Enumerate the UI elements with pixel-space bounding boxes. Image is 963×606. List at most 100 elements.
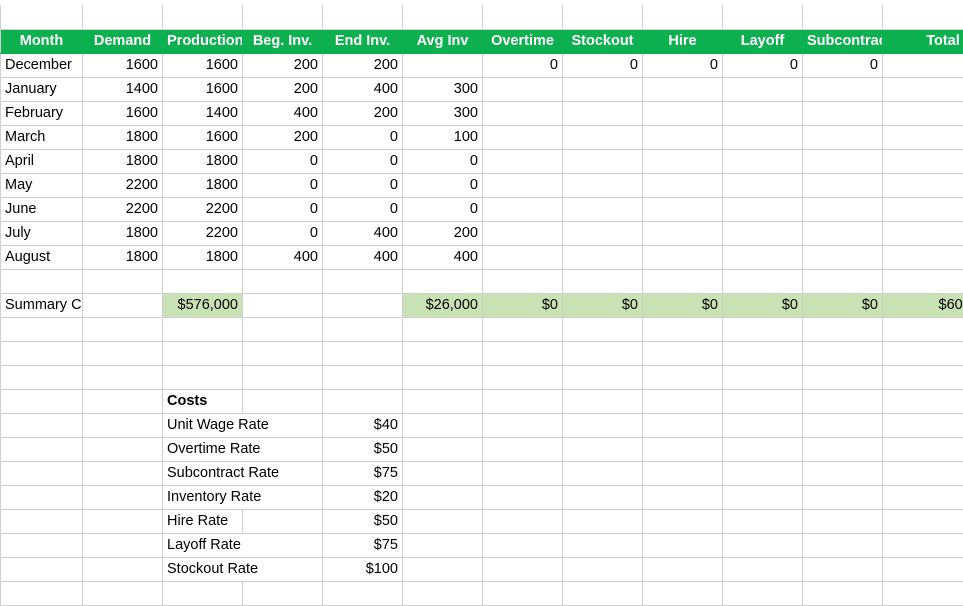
empty-cell[interactable] [803, 557, 883, 581]
cell-avg-inv[interactable]: 0 [403, 149, 483, 173]
empty-cell[interactable] [883, 413, 963, 437]
empty-cell[interactable] [723, 413, 803, 437]
empty-cell[interactable] [403, 269, 483, 293]
empty-cell[interactable] [563, 269, 643, 293]
column-header-avg-inv[interactable]: Avg Inv [403, 29, 483, 53]
empty-cell[interactable] [643, 389, 723, 413]
empty-cell[interactable] [403, 581, 483, 605]
empty-cell[interactable] [883, 437, 963, 461]
cell-end-inv[interactable]: 0 [323, 173, 403, 197]
empty-cell[interactable] [883, 461, 963, 485]
cell-subcontract[interactable] [803, 173, 883, 197]
empty-cell[interactable] [563, 533, 643, 557]
cell-end-inv[interactable]: 400 [323, 221, 403, 245]
empty-cell[interactable] [883, 365, 963, 389]
column-header-month[interactable]: Month [1, 29, 83, 53]
empty-cell[interactable] [723, 365, 803, 389]
cell-total[interactable] [883, 245, 963, 269]
cost-value[interactable]: $20 [323, 485, 403, 509]
empty-cell[interactable] [563, 389, 643, 413]
cell-stockout[interactable] [563, 173, 643, 197]
cell-hire[interactable]: 0 [643, 53, 723, 77]
empty-cell[interactable] [403, 485, 483, 509]
cell-layoff[interactable] [723, 101, 803, 125]
cell-avg-inv[interactable]: 0 [403, 197, 483, 221]
empty-cell[interactable] [723, 437, 803, 461]
empty-cell[interactable] [403, 413, 483, 437]
cell-subcontract[interactable]: 0 [803, 53, 883, 77]
cell-overtime[interactable] [483, 197, 563, 221]
cost-label[interactable]: Subcontract Rate [163, 461, 323, 485]
empty-cell[interactable] [883, 341, 963, 365]
cell-hire[interactable] [643, 173, 723, 197]
cell-end-inv[interactable]: 0 [323, 197, 403, 221]
empty-cell[interactable] [323, 317, 403, 341]
empty-cell[interactable] [563, 461, 643, 485]
empty-cell[interactable] [83, 437, 163, 461]
empty-cell[interactable] [803, 437, 883, 461]
empty-cell[interactable] [563, 437, 643, 461]
cell-avg-inv[interactable]: 0 [403, 173, 483, 197]
empty-cell[interactable] [643, 413, 723, 437]
cell-layoff[interactable] [723, 77, 803, 101]
cost-label[interactable]: Unit Wage Rate [163, 413, 323, 437]
empty-cell[interactable] [163, 317, 243, 341]
empty-cell[interactable] [1, 485, 83, 509]
summary-overtime[interactable]: $0 [483, 293, 563, 317]
empty-cell[interactable] [643, 509, 723, 533]
cell-beg-inv[interactable]: 0 [243, 197, 323, 221]
cell-demand[interactable]: 1800 [83, 245, 163, 269]
cell-beg-inv[interactable]: 200 [243, 53, 323, 77]
empty-cell[interactable] [83, 413, 163, 437]
empty-cell[interactable] [83, 341, 163, 365]
empty-cell[interactable] [483, 413, 563, 437]
empty-cell[interactable] [483, 509, 563, 533]
cell-overtime[interactable] [483, 77, 563, 101]
cell-total[interactable] [883, 221, 963, 245]
empty-cell[interactable] [163, 341, 243, 365]
empty-cell[interactable] [403, 509, 483, 533]
cell-avg-inv[interactable]: 300 [403, 101, 483, 125]
cell-demand[interactable]: 1600 [83, 53, 163, 77]
summary-avg-inv[interactable]: $26,000 [403, 293, 483, 317]
empty-cell[interactable] [403, 317, 483, 341]
cell-end-inv[interactable]: 400 [323, 245, 403, 269]
empty-cell[interactable] [803, 413, 883, 437]
cost-label[interactable]: Overtime Rate [163, 437, 323, 461]
empty-cell[interactable] [1, 461, 83, 485]
empty-cell[interactable] [563, 365, 643, 389]
cost-value[interactable]: $40 [323, 413, 403, 437]
cell-avg-inv[interactable]: 300 [403, 77, 483, 101]
empty-cell[interactable] [883, 317, 963, 341]
empty-cell[interactable] [243, 317, 323, 341]
empty-cell[interactable] [403, 341, 483, 365]
empty-cell[interactable] [243, 269, 323, 293]
cell-demand[interactable]: 1400 [83, 77, 163, 101]
empty-cell[interactable] [1, 437, 83, 461]
cell-layoff[interactable] [723, 197, 803, 221]
cell-overtime[interactable] [483, 245, 563, 269]
empty-cell[interactable] [643, 581, 723, 605]
empty-cell[interactable] [643, 485, 723, 509]
empty-cell[interactable] [243, 365, 323, 389]
cell-total[interactable] [883, 101, 963, 125]
empty-cell[interactable] [1, 317, 83, 341]
summary-hire[interactable]: $0 [643, 293, 723, 317]
empty-cell[interactable] [83, 581, 163, 605]
cell-beg-inv[interactable]: 200 [243, 125, 323, 149]
empty-cell[interactable] [883, 485, 963, 509]
cell-stockout[interactable] [563, 149, 643, 173]
cell-end-inv[interactable]: 200 [323, 101, 403, 125]
empty-cell[interactable] [323, 389, 403, 413]
column-header-overtime[interactable]: Overtime [483, 29, 563, 53]
empty-cell[interactable] [883, 533, 963, 557]
empty-cell[interactable] [83, 461, 163, 485]
empty-cell[interactable] [883, 557, 963, 581]
cell-demand[interactable]: 1800 [83, 125, 163, 149]
empty-cell[interactable] [803, 365, 883, 389]
empty-cell[interactable] [563, 581, 643, 605]
column-header-production[interactable]: Production [163, 29, 243, 53]
cell-avg-inv[interactable]: 400 [403, 245, 483, 269]
empty-cell[interactable] [483, 269, 563, 293]
cell-layoff[interactable] [723, 245, 803, 269]
